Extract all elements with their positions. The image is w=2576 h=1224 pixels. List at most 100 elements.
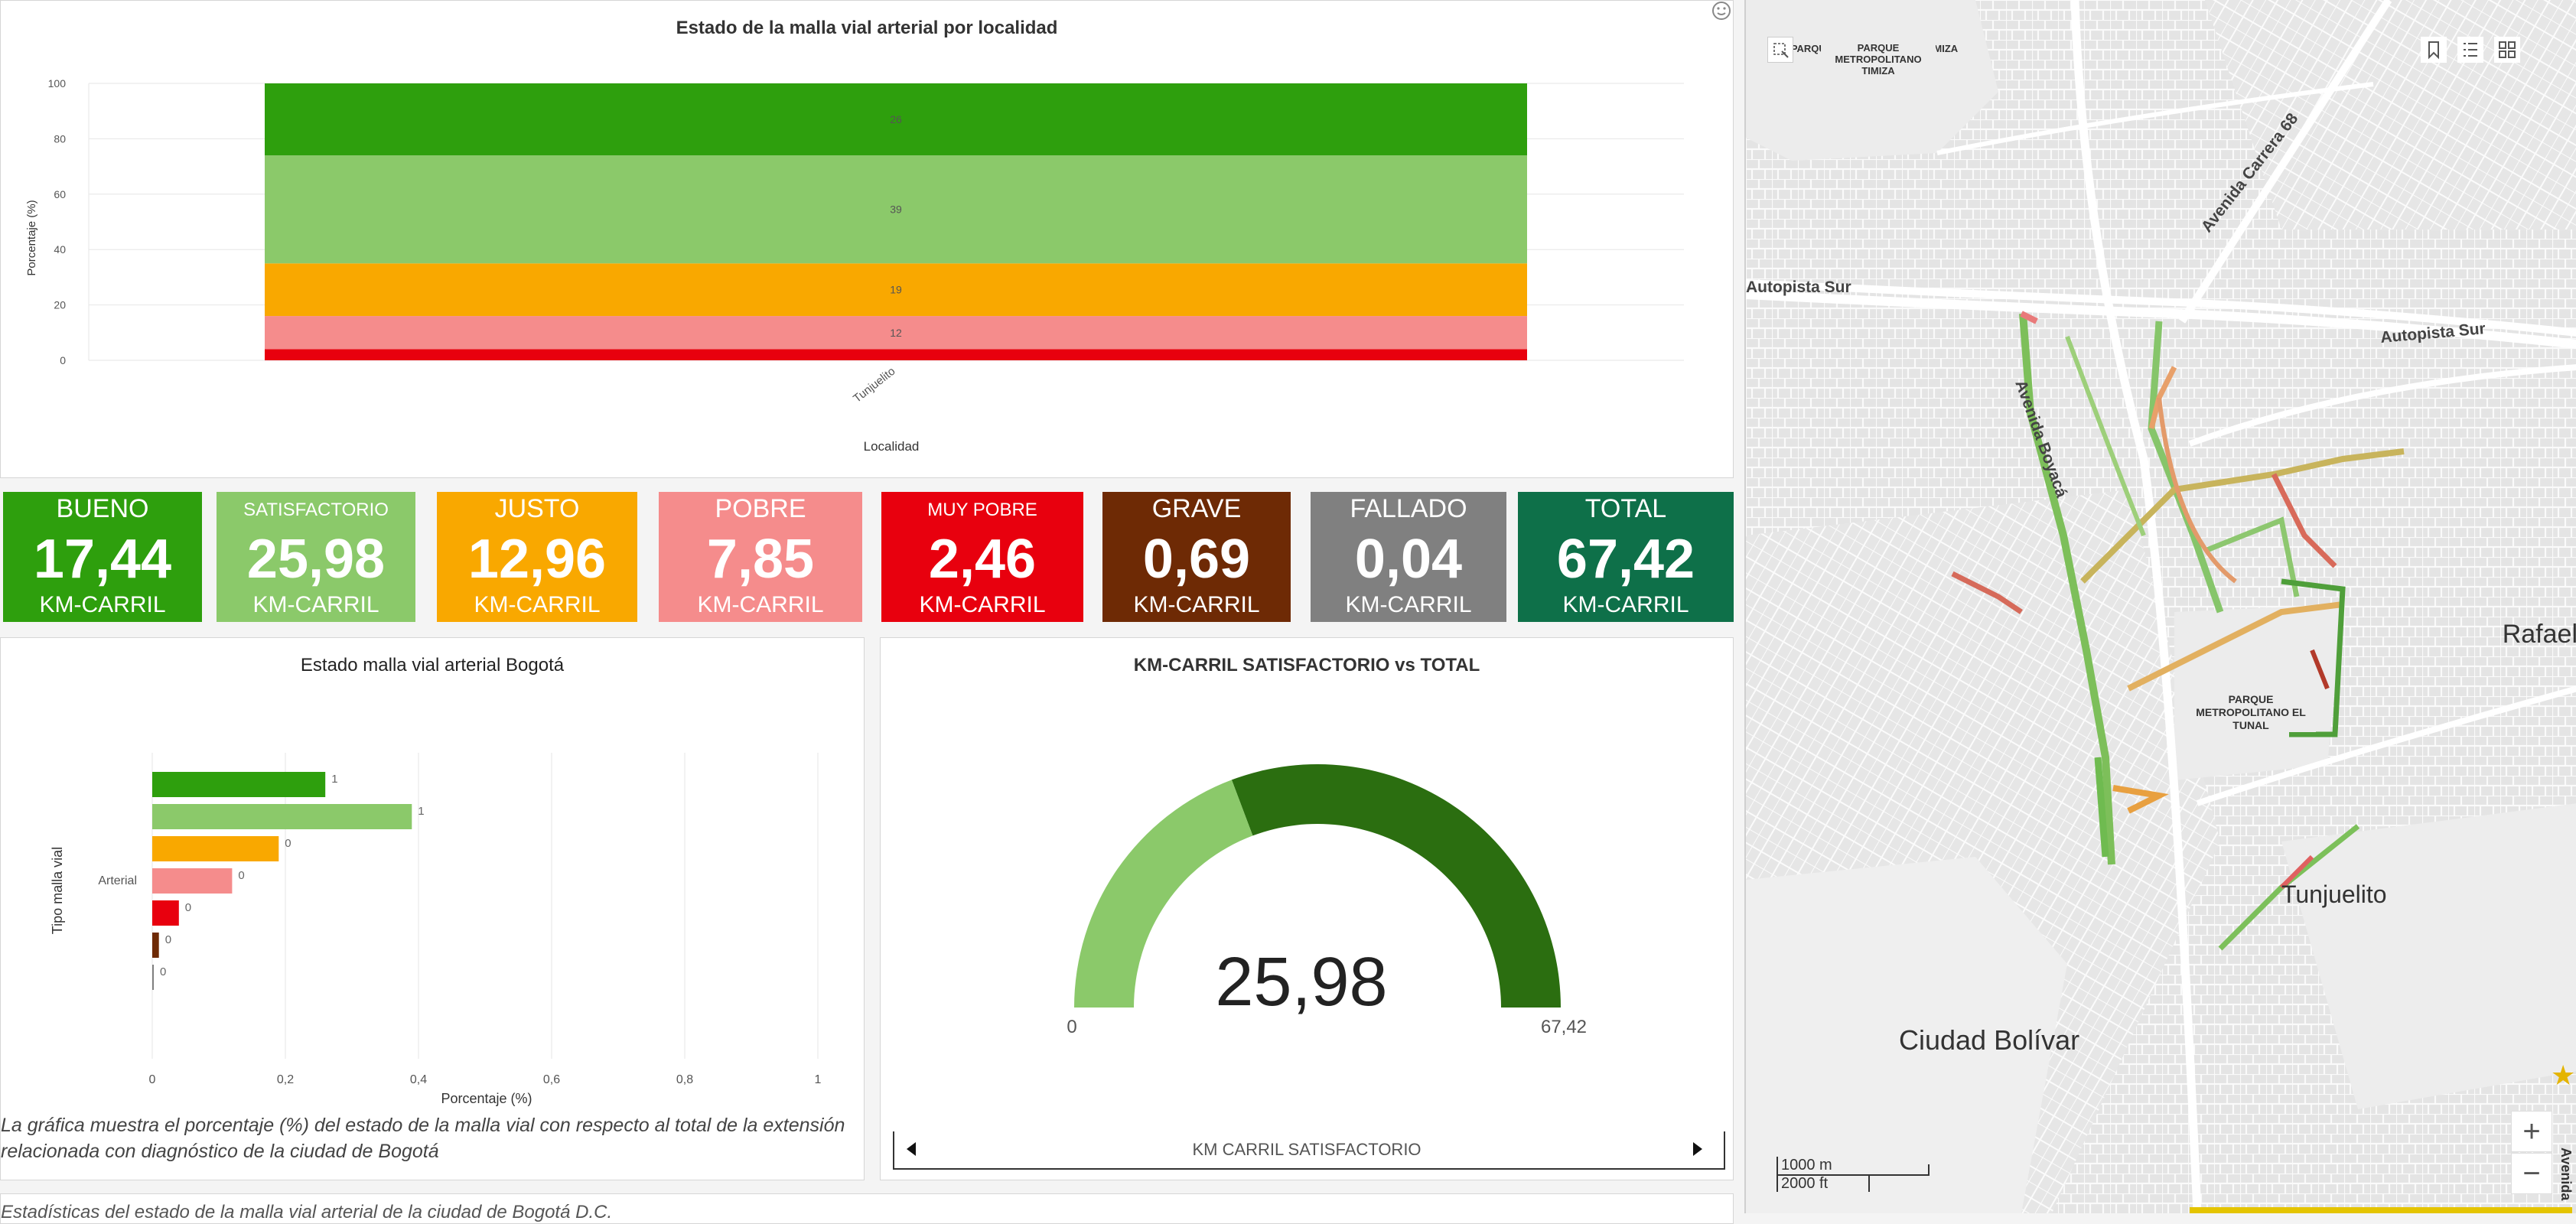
hbar[interactable] bbox=[152, 900, 179, 926]
y-tick-label: 0 bbox=[60, 354, 66, 366]
x-tick-label: 0,4 bbox=[410, 1073, 427, 1086]
kpi-unit: KM-CARRIL bbox=[252, 592, 379, 617]
map-label-avenida: Avenida bbox=[2558, 1148, 2574, 1201]
kpi-tile-satisfactorio: SATISFACTORIO 25,98 KM-CARRIL bbox=[217, 492, 415, 622]
top-chart-panel: Estado de la malla vial arterial por loc… bbox=[0, 0, 1734, 478]
x-tick-label: 0,2 bbox=[277, 1073, 294, 1086]
kpi-tile-grave: GRAVE 0,69 KM-CARRIL bbox=[1102, 492, 1291, 622]
segment-label: 26 bbox=[890, 113, 902, 125]
kpi-label: FALLADO bbox=[1350, 494, 1467, 523]
map-label-autopista-sur-w: Autopista Sur bbox=[1746, 278, 1851, 296]
x-category-label: Tunjuelito bbox=[851, 365, 897, 405]
y-category-label: Arterial bbox=[98, 874, 137, 887]
top-chart-ylabel: Porcentaje (%) bbox=[25, 200, 38, 275]
kpi-value: 12,96 bbox=[467, 529, 607, 590]
kpi-label: POBRE bbox=[715, 494, 806, 523]
x-tick-label: 0,6 bbox=[543, 1073, 560, 1086]
hbar-label: 1 bbox=[418, 805, 424, 818]
kpi-unit: KM-CARRIL bbox=[1562, 592, 1689, 617]
y-tick-label: 80 bbox=[54, 132, 66, 145]
kpi-label: BUENO bbox=[56, 494, 149, 523]
gauge-panel: KM-CARRIL SATISFACTORIO vs TOTAL 25,98 0… bbox=[880, 637, 1734, 1180]
map-canvas[interactable]: PARQUE METROPOLITANO TIMIZA Avenida Carr… bbox=[1746, 0, 2576, 1213]
kpi-tile-justo: JUSTO 12,96 KM-CARRIL bbox=[437, 492, 637, 622]
gauge-chart: 25,98 0 67,42 bbox=[1067, 764, 1587, 1037]
map-label-ciudad-bolivar: Ciudad Bolívar bbox=[1899, 1024, 2079, 1056]
scale-imperial: 2000 ft bbox=[1781, 1175, 1829, 1192]
zoom-out-button[interactable]: − bbox=[2511, 1153, 2552, 1194]
kpi-tile-muy-pobre: MUY POBRE 2,46 KM-CARRIL bbox=[881, 492, 1083, 622]
hbar-label: 1 bbox=[331, 773, 337, 786]
y-tick-label: 100 bbox=[48, 77, 67, 90]
select-tool-icon[interactable] bbox=[1767, 37, 1793, 63]
star-icon: ★ bbox=[2551, 1060, 2576, 1091]
hbar[interactable] bbox=[152, 965, 154, 990]
bar-chart-panel: Estado malla vial arterial Bogotá 0 0,2 0,… bbox=[0, 637, 865, 1180]
scale-metric: 1000 m bbox=[1781, 1157, 1832, 1174]
y-tick-label: 60 bbox=[54, 188, 66, 200]
hbar-label: 0 bbox=[238, 869, 244, 882]
kpi-value: 0,69 bbox=[1142, 529, 1251, 590]
zoom-in-button[interactable]: + bbox=[2511, 1111, 2552, 1152]
kpi-value: 0,04 bbox=[1354, 529, 1463, 590]
stacked-segment[interactable] bbox=[265, 349, 1527, 360]
kpi-unit: KM-CARRIL bbox=[1133, 592, 1260, 617]
kpi-value: 67,42 bbox=[1556, 529, 1695, 590]
legend-list-icon[interactable] bbox=[2457, 37, 2483, 63]
kpi-tile-total: TOTAL 67,42 KM-CARRIL bbox=[1518, 492, 1734, 622]
kpi-label: TOTAL bbox=[1584, 494, 1667, 523]
gauge-min: 0 bbox=[1067, 1017, 1076, 1037]
kpi-tile-pobre: POBRE 7,85 KM-CARRIL bbox=[659, 492, 862, 622]
hbar-label: 0 bbox=[165, 933, 171, 946]
hbar-label: 0 bbox=[285, 837, 291, 850]
kpi-value: 2,46 bbox=[928, 529, 1037, 590]
kpi-label: GRAVE bbox=[1151, 494, 1242, 523]
kpi-label: SATISFACTORIO bbox=[243, 500, 389, 520]
y-tick-label: 20 bbox=[54, 299, 66, 311]
kpi-tile-bueno: BUENO 17,44 KM-CARRIL bbox=[3, 492, 202, 622]
bar-chart-xlabel: Porcentaje (%) bbox=[441, 1091, 532, 1106]
hbar[interactable] bbox=[152, 772, 326, 797]
segment-label: 12 bbox=[890, 327, 902, 339]
kpi-unit: KM-CARRIL bbox=[697, 592, 824, 617]
hbar[interactable] bbox=[152, 836, 279, 861]
map-label-rafael: Rafael bbox=[2503, 620, 2576, 649]
kpi-tile-fallado: FALLADO 0,04 KM-CARRIL bbox=[1311, 492, 1506, 622]
segment-label: 19 bbox=[890, 284, 902, 296]
parque-tunal-label: PARQUE METROPOLITANO EL TUNAL bbox=[2186, 693, 2316, 732]
bottom-text-panel: Estadísticas del estado de la malla vial… bbox=[0, 1193, 1734, 1224]
hbar[interactable] bbox=[152, 933, 159, 958]
gauge-value: 25,98 bbox=[1215, 944, 1387, 1021]
basemap-gallery-icon[interactable] bbox=[2494, 37, 2520, 63]
y-tick-label: 40 bbox=[54, 243, 66, 256]
gauge-max: 67,42 bbox=[1541, 1017, 1587, 1037]
bottom-text: Estadísticas del estado de la malla vial… bbox=[1, 1202, 613, 1222]
x-tick-label: 0 bbox=[149, 1073, 156, 1086]
bar-chart-ylabel: Tipo malla vial bbox=[50, 847, 65, 934]
kpi-unit: KM-CARRIL bbox=[39, 592, 166, 617]
gauge-footer-label: KM CARRIL SATISFACTORIO bbox=[1192, 1140, 1422, 1159]
hbar-label: 0 bbox=[185, 901, 191, 914]
kpi-value: 7,85 bbox=[706, 529, 815, 590]
bookmark-icon[interactable] bbox=[2421, 37, 2447, 63]
kpi-unit: KM-CARRIL bbox=[1345, 592, 1472, 617]
hbar[interactable] bbox=[152, 868, 233, 894]
bar-chart-caption: La gráfica muestra el porcentaje (%) del… bbox=[1, 1115, 845, 1162]
kpi-unit: KM-CARRIL bbox=[474, 592, 601, 617]
parque-timiza-label: PARQUE METROPOLITANO TIMIZA bbox=[1821, 42, 1936, 76]
x-tick-label: 0,8 bbox=[676, 1073, 693, 1086]
scale-bar: 1000 m 2000 ft bbox=[1776, 1157, 1930, 1193]
kpi-label: MUY POBRE bbox=[927, 500, 1037, 520]
kpi-value: 17,44 bbox=[33, 529, 172, 590]
smiley-icon[interactable] bbox=[1711, 0, 1732, 21]
top-chart-xlabel: Localidad bbox=[864, 439, 920, 454]
hbar[interactable] bbox=[152, 804, 412, 829]
gold-bar bbox=[2190, 1207, 2572, 1213]
hbar-label: 0 bbox=[160, 965, 166, 978]
segment-label: 39 bbox=[890, 203, 902, 216]
kpi-unit: KM-CARRIL bbox=[919, 592, 1046, 617]
horizontal-bar-chart: 0 0,2 0,4 0,6 0,8 1 Arterial 1 1 0 0 0 0 0 Tipo mall… bbox=[50, 753, 822, 1106]
stacked-chart: 0 20 40 60 80 100 12 19 39 26 Tunjuelito Porcenta… bbox=[25, 77, 1684, 454]
map-panel[interactable]: PARQUE METROPOLITANO TIMIZA Avenida Carr… bbox=[1744, 0, 2576, 1213]
next-arrow-icon[interactable] bbox=[1693, 1142, 1702, 1156]
